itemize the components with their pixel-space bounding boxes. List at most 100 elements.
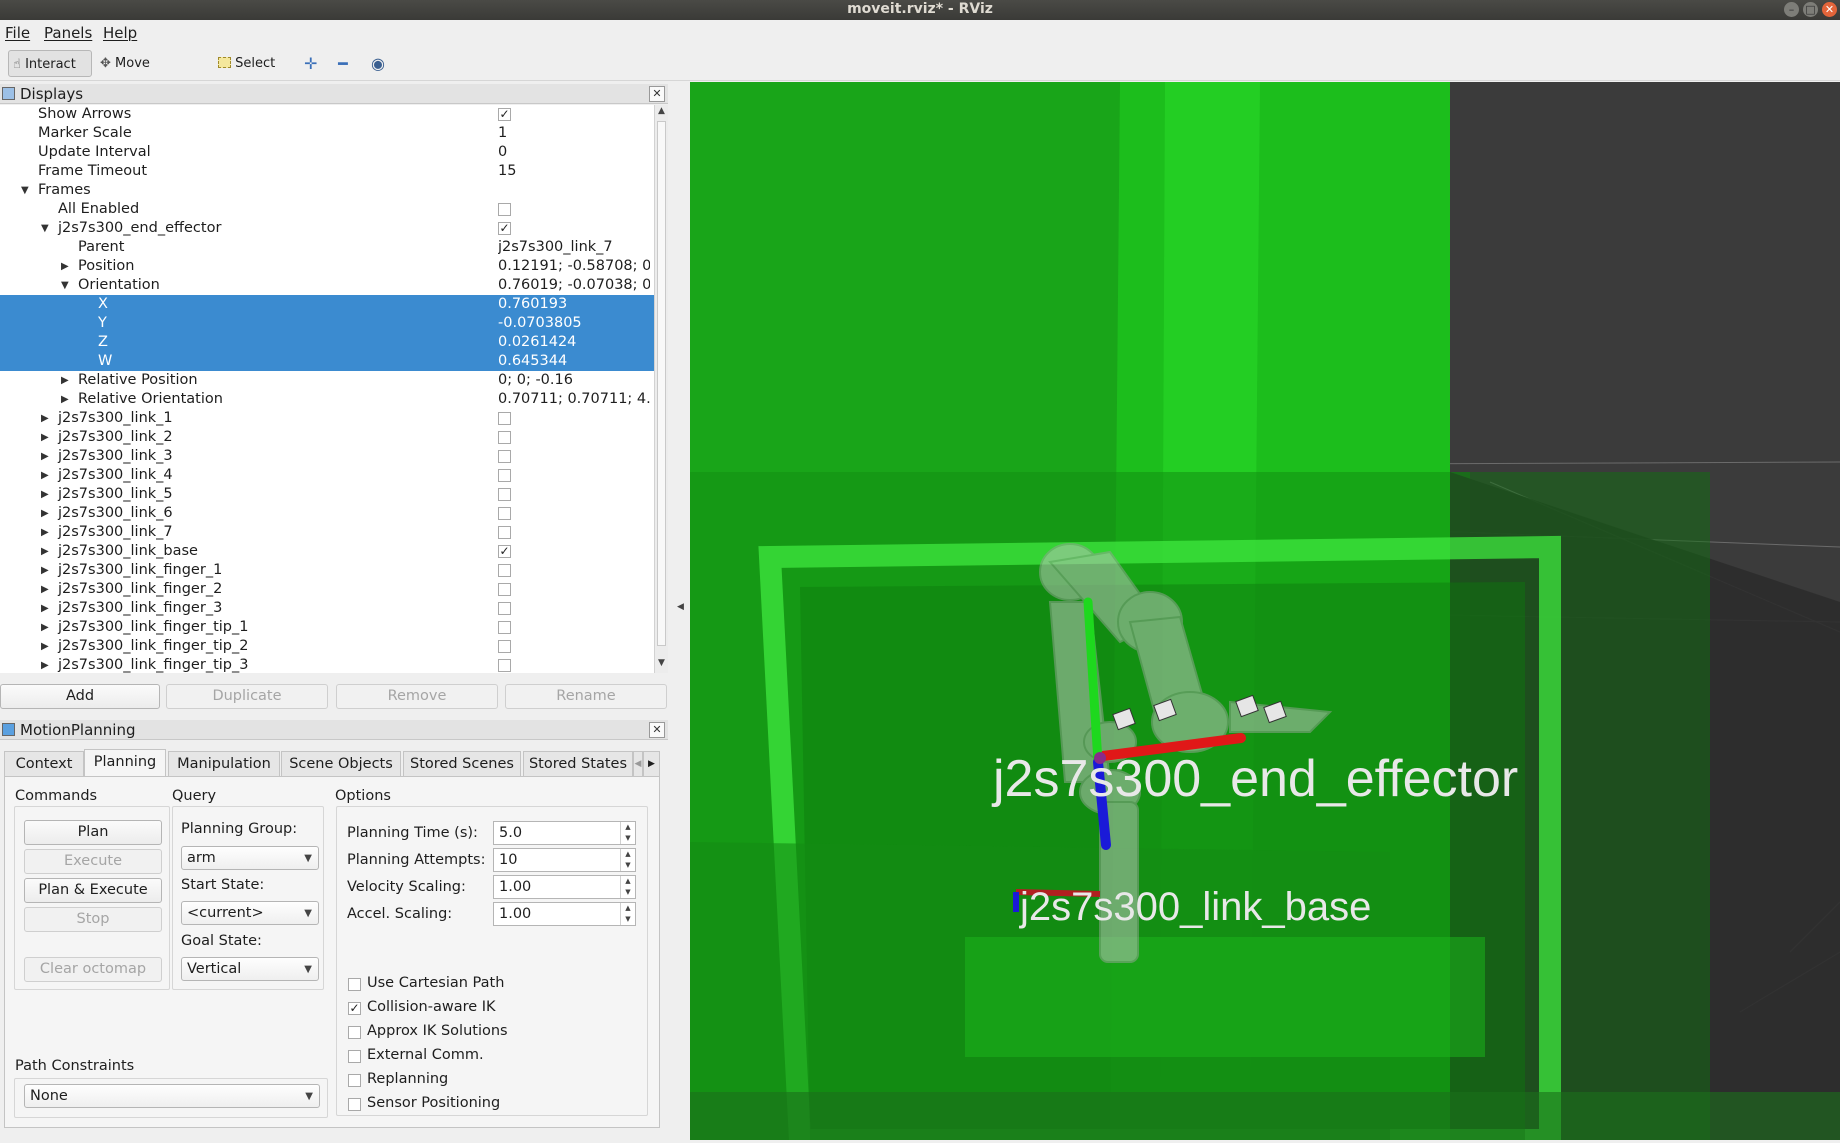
tree-row[interactable]: Frame Timeout 15 bbox=[0, 162, 654, 181]
tree-row-checkbox[interactable] bbox=[498, 450, 511, 463]
3d-render-view[interactable]: j2s7s300_end_effector j2s7s300_link_base bbox=[690, 82, 1840, 1140]
tab-stored-states[interactable]: Stored States bbox=[523, 751, 633, 776]
tree-row-checkbox[interactable] bbox=[498, 602, 511, 615]
spin-arrows-icon[interactable]: ▲ ▼ bbox=[620, 903, 635, 925]
option-checkbox[interactable] bbox=[348, 1074, 361, 1087]
scroll-down-icon[interactable]: ▼ bbox=[655, 658, 668, 672]
tree-row[interactable]: Y -0.0703805 bbox=[0, 314, 654, 333]
path-constraints-select[interactable]: None ▼ bbox=[24, 1084, 320, 1108]
tree-row-checkbox[interactable]: ✓ bbox=[498, 108, 511, 121]
tree-row[interactable]: Z 0.0261424 bbox=[0, 333, 654, 352]
tab-manipulation[interactable]: Manipulation bbox=[168, 751, 280, 776]
spin-arrows-icon[interactable]: ▲ ▼ bbox=[620, 822, 635, 844]
tab-stored-scenes[interactable]: Stored Scenes bbox=[403, 751, 521, 776]
tree-row[interactable]: ▼ Orientation 0.76019; -0.07038; 0... bbox=[0, 276, 654, 295]
interact-tool-button[interactable]: ☝ Interact bbox=[8, 50, 92, 77]
tree-row[interactable]: ▶ Position 0.12191; -0.58708; 0... bbox=[0, 257, 654, 276]
tree-row-checkbox[interactable] bbox=[498, 583, 511, 596]
expand-right-icon[interactable]: ▶ bbox=[61, 257, 71, 276]
tree-row[interactable]: All Enabled bbox=[0, 200, 654, 219]
tree-row-checkbox[interactable] bbox=[498, 564, 511, 577]
remove-display-button[interactable]: Remove bbox=[336, 684, 498, 709]
motion-planning-close-icon[interactable]: ✕ bbox=[649, 722, 665, 738]
spin-arrows-icon[interactable]: ▲ ▼ bbox=[620, 849, 635, 871]
expand-down-icon[interactable]: ▼ bbox=[41, 219, 51, 238]
move-camera-tool-button[interactable]: ✥ Move Camera bbox=[96, 50, 200, 98]
expand-right-icon[interactable]: ▶ bbox=[41, 618, 51, 637]
maximize-icon[interactable]: □ bbox=[1803, 2, 1818, 17]
tree-row[interactable]: ▶ j2s7s300_link_finger_tip_3 bbox=[0, 656, 654, 673]
option-checkbox-label[interactable]: Use Cartesian Path bbox=[367, 975, 504, 991]
tree-row-checkbox[interactable] bbox=[498, 640, 511, 653]
option-checkbox[interactable] bbox=[348, 978, 361, 991]
tree-row[interactable]: ▶ j2s7s300_link_finger_tip_2 bbox=[0, 637, 654, 656]
menu-help[interactable]: Help bbox=[103, 24, 137, 42]
option-checkbox-label[interactable]: Replanning bbox=[367, 1071, 448, 1087]
expand-right-icon[interactable]: ▶ bbox=[41, 409, 51, 428]
camera-options-icon[interactable]: ◉ bbox=[371, 50, 385, 77]
tree-row[interactable]: X 0.760193 bbox=[0, 295, 654, 314]
displays-tree[interactable]: Show Arrows ✓ Marker Scale 1 Update Interval… bbox=[0, 105, 654, 673]
goal-state-select[interactable]: Vertical ▼ bbox=[181, 957, 319, 981]
clear-octomap-button[interactable]: Clear octomap bbox=[24, 957, 162, 982]
stop-button[interactable]: Stop bbox=[24, 907, 162, 932]
panel-splitter[interactable]: ◀ bbox=[668, 82, 690, 1140]
option-checkbox-label[interactable]: External Comm. bbox=[367, 1047, 484, 1063]
tree-row-checkbox[interactable] bbox=[498, 507, 511, 520]
option-checkbox-label[interactable]: Collision-aware IK bbox=[367, 999, 496, 1015]
tree-row-value[interactable]: 0.76019; -0.07038; 0... bbox=[498, 276, 650, 295]
option-checkbox-label[interactable]: Sensor Positioning bbox=[367, 1095, 500, 1111]
tree-row[interactable]: Update Interval 0 bbox=[0, 143, 654, 162]
tree-row[interactable]: ▶ j2s7s300_link_finger_3 bbox=[0, 599, 654, 618]
tab-scroll-right-icon[interactable]: ▶ bbox=[643, 751, 660, 776]
tree-row-checkbox[interactable]: ✓ bbox=[498, 545, 511, 558]
option-checkbox-label[interactable]: Approx IK Solutions bbox=[367, 1023, 508, 1039]
tree-row[interactable]: ▶ j2s7s300_link_4 bbox=[0, 466, 654, 485]
tree-row-value[interactable]: 0.645344 bbox=[498, 352, 650, 371]
planning-attempts-input[interactable]: 10 ▲ ▼ bbox=[493, 848, 636, 872]
expand-down-icon[interactable]: ▼ bbox=[21, 181, 31, 200]
tree-row[interactable]: ▶ j2s7s300_link_2 bbox=[0, 428, 654, 447]
expand-right-icon[interactable]: ▶ bbox=[41, 485, 51, 504]
tree-row[interactable]: ▼ Frames bbox=[0, 181, 654, 200]
plan-button[interactable]: Plan bbox=[24, 820, 162, 845]
tree-row-value[interactable]: 15 bbox=[498, 162, 650, 181]
tree-row[interactable]: ▶ j2s7s300_link_finger_tip_1 bbox=[0, 618, 654, 637]
tree-row[interactable]: W 0.645344 bbox=[0, 352, 654, 371]
close-icon[interactable]: ✕ bbox=[1822, 2, 1837, 17]
tree-row[interactable]: ▶ Relative Position 0; 0; -0.16 bbox=[0, 371, 654, 390]
expand-right-icon[interactable]: ▶ bbox=[41, 542, 51, 561]
remove-tool-icon[interactable]: ━ bbox=[338, 50, 348, 77]
tree-row-value[interactable]: 0.0261424 bbox=[498, 333, 650, 352]
tree-row-checkbox[interactable] bbox=[498, 659, 511, 672]
tree-row-checkbox[interactable] bbox=[498, 203, 511, 216]
planning-time-input[interactable]: 5.0 ▲ ▼ bbox=[493, 821, 636, 845]
tree-row-checkbox[interactable] bbox=[498, 526, 511, 539]
planning-group-select[interactable]: arm ▼ bbox=[181, 846, 319, 870]
tree-row-value[interactable]: -0.0703805 bbox=[498, 314, 650, 333]
expand-right-icon[interactable]: ▶ bbox=[41, 466, 51, 485]
velocity-scaling-input[interactable]: 1.00 ▲ ▼ bbox=[493, 875, 636, 899]
tree-row-value[interactable]: 0; 0; -0.16 bbox=[498, 371, 650, 390]
expand-right-icon[interactable]: ▶ bbox=[41, 637, 51, 656]
displays-scrollbar[interactable]: ▲ ▼ bbox=[654, 105, 668, 673]
tree-row-checkbox[interactable]: ✓ bbox=[498, 222, 511, 235]
menu-panels[interactable]: Panels bbox=[44, 24, 92, 42]
add-tool-icon[interactable]: ✛ bbox=[304, 50, 317, 77]
tree-row[interactable]: ▶ j2s7s300_link_1 bbox=[0, 409, 654, 428]
scrollbar-thumb[interactable] bbox=[657, 121, 666, 646]
option-checkbox[interactable] bbox=[348, 1098, 361, 1111]
expand-right-icon[interactable]: ▶ bbox=[41, 428, 51, 447]
tab-scene-objects[interactable]: Scene Objects bbox=[281, 751, 401, 776]
tree-row-checkbox[interactable] bbox=[498, 469, 511, 482]
expand-right-icon[interactable]: ▶ bbox=[41, 580, 51, 599]
select-tool-button[interactable]: Select bbox=[214, 50, 278, 77]
expand-right-icon[interactable]: ▶ bbox=[41, 599, 51, 618]
spin-arrows-icon[interactable]: ▲ ▼ bbox=[620, 876, 635, 898]
expand-right-icon[interactable]: ▶ bbox=[61, 371, 71, 390]
start-state-select[interactable]: <current> ▼ bbox=[181, 901, 319, 925]
tree-row[interactable]: ▶ j2s7s300_link_base ✓ bbox=[0, 542, 654, 561]
tree-row-checkbox[interactable] bbox=[498, 488, 511, 501]
option-checkbox[interactable] bbox=[348, 1050, 361, 1063]
expand-right-icon[interactable]: ▶ bbox=[41, 504, 51, 523]
